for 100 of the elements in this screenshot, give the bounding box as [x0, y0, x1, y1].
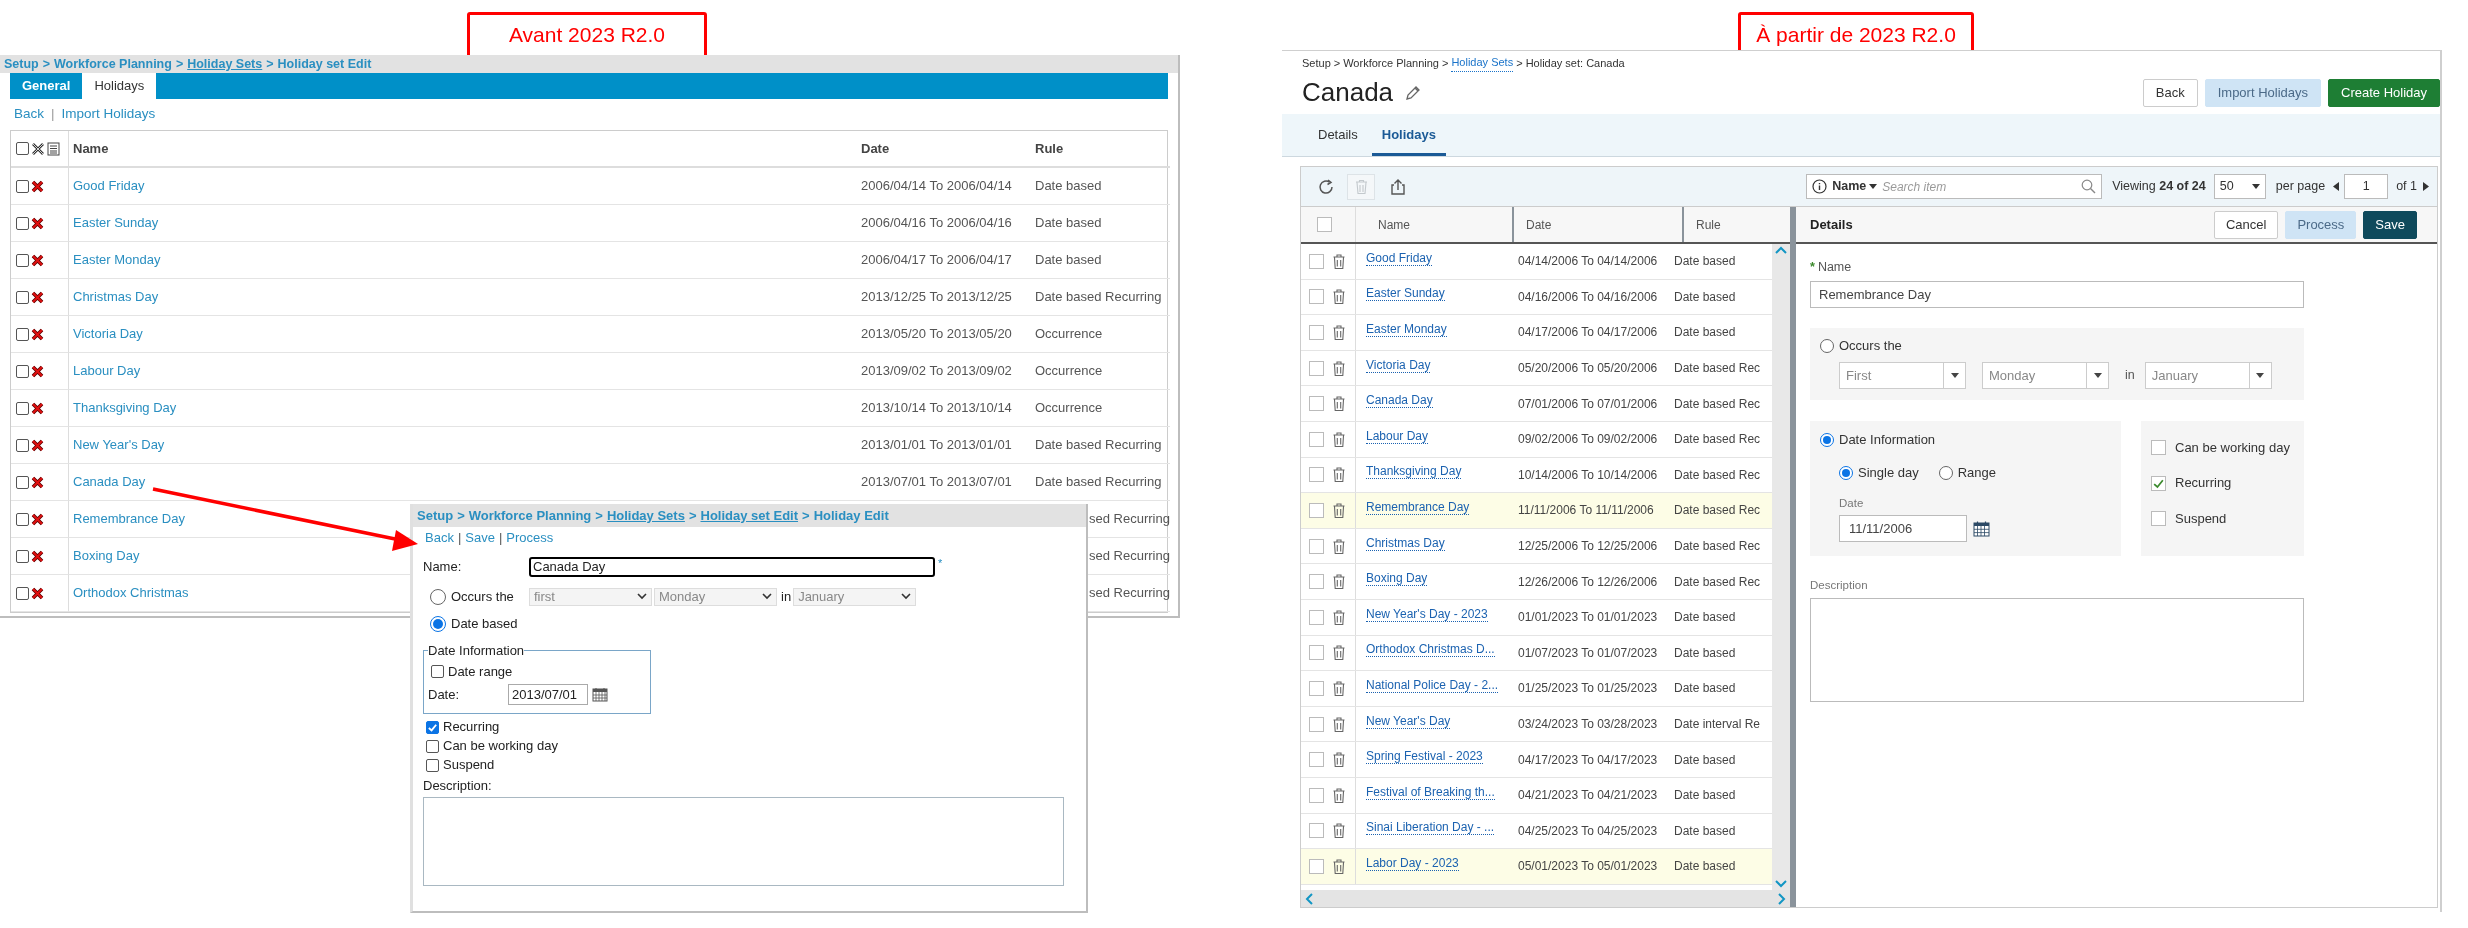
action-link[interactable]: Process	[506, 528, 554, 548]
grid-row[interactable]: Labour Day 09/02/2006 To 09/02/2006 Date based Rec	[1301, 421, 1772, 458]
per-page-dropdown[interactable]: 50	[2213, 174, 2266, 199]
delete-icon[interactable]	[31, 586, 44, 600]
delete-icon[interactable]	[31, 253, 44, 267]
grid-row[interactable]: Spring Festival - 2023 04/17/2023 To 04/17/2023 Date based	[1301, 742, 1772, 778]
holiday-link[interactable]: Good Friday	[1366, 250, 1433, 266]
trash-icon[interactable]	[1333, 787, 1345, 803]
export-icon[interactable]	[1389, 177, 1407, 196]
checkbox[interactable]	[16, 179, 29, 193]
trash-icon[interactable]	[1333, 431, 1345, 447]
calendar-icon[interactable]	[592, 687, 608, 702]
holiday-link[interactable]: Boxing Day	[73, 546, 140, 566]
grid-row[interactable]: National Police Day - 2... 01/25/2023 To 01/25/2023 Date based	[1301, 671, 1772, 707]
grid-row[interactable]: Canada Day 07/01/2006 To 07/01/2006 Date based Rec	[1301, 386, 1772, 422]
checkbox[interactable]	[1309, 253, 1324, 269]
dropdown[interactable]: Monday	[1982, 362, 2109, 390]
refresh-icon[interactable]	[1317, 177, 1335, 196]
dropdown[interactable]: January	[2144, 362, 2272, 390]
checkbox[interactable]	[1309, 609, 1324, 625]
grid-row[interactable]: Festival of Breaking th... 04/21/2023 To 04/21/2023 Date based	[1301, 777, 1772, 814]
horizontal-scrollbar[interactable]	[1301, 890, 1790, 907]
grid-row[interactable]: Orthodox Christmas D... 01/07/2023 To 01/07/2023 Date based	[1301, 635, 1772, 672]
name-field[interactable]: Remembrance Day	[1810, 280, 2304, 308]
checkbox[interactable]	[1309, 538, 1324, 554]
holiday-link[interactable]: New Year's Day	[73, 435, 165, 455]
radio-button[interactable]	[1839, 466, 1853, 480]
checkbox[interactable]	[1309, 858, 1324, 874]
checkbox[interactable]	[1317, 217, 1332, 232]
checkbox[interactable]	[1309, 645, 1324, 661]
checkbox[interactable]	[16, 327, 29, 341]
checkbox[interactable]	[1309, 823, 1324, 839]
scroll-right-icon[interactable]	[1778, 892, 1786, 905]
scroll-down-icon[interactable]	[1775, 880, 1787, 888]
radio-button[interactable]	[1820, 432, 1834, 447]
info-icon[interactable]	[1812, 179, 1828, 194]
checkbox[interactable]	[426, 758, 439, 772]
next-page-icon[interactable]	[2423, 182, 2429, 191]
calendar-icon[interactable]	[1973, 520, 1990, 537]
delete-icon[interactable]	[31, 364, 44, 378]
radio-button[interactable]	[1938, 466, 1953, 480]
holiday-link[interactable]: Good Friday	[73, 176, 145, 196]
action-button[interactable]: Back	[2142, 78, 2198, 107]
checkbox[interactable]	[2151, 511, 2166, 526]
holiday-link[interactable]: Spring Festival - 2023	[1366, 749, 1483, 765]
trash-icon[interactable]	[1333, 360, 1345, 376]
grid-row[interactable]: Remembrance Day 11/11/2006 To 11/11/2006 Date based Rec	[1301, 493, 1772, 529]
checkbox[interactable]	[1309, 360, 1324, 376]
holiday-link[interactable]: Thanksgiving Day	[73, 398, 177, 418]
holiday-link[interactable]: Remembrance Day	[73, 509, 185, 529]
checkbox[interactable]	[1309, 752, 1324, 768]
checkbox[interactable]	[2151, 475, 2166, 491]
description-field[interactable]	[423, 797, 1064, 886]
action-button[interactable]: Save	[2363, 210, 2417, 239]
trash-icon[interactable]	[1333, 645, 1345, 661]
checkbox[interactable]	[16, 401, 29, 415]
dropdown[interactable]: First	[1839, 362, 1966, 390]
checkbox[interactable]	[1309, 467, 1324, 483]
search-field[interactable]: Name Search item	[1806, 174, 2103, 199]
trash-icon[interactable]	[1333, 396, 1345, 412]
action-link[interactable]: Import Holidays	[61, 104, 156, 125]
checkbox[interactable]	[1309, 431, 1324, 447]
checkbox[interactable]	[426, 720, 439, 734]
grid-row[interactable]: Labor Day - 2023 05/01/2023 To 05/01/2023 Date based	[1301, 849, 1772, 885]
trash-icon[interactable]	[1333, 574, 1345, 590]
grid-row[interactable]: Sinai Liberation Day - ... 04/25/2023 To 04/25/2023 Date based	[1301, 813, 1772, 850]
delete-icon[interactable]	[31, 179, 44, 193]
grid-row[interactable]: New Year's Day - 2023 01/01/2023 To 01/01/2023 Date based	[1301, 599, 1772, 636]
delete-icon[interactable]	[31, 438, 44, 452]
delete-icon[interactable]	[31, 512, 44, 526]
holiday-link[interactable]: Easter Sunday	[73, 213, 159, 233]
holiday-link[interactable]: New Year's Day	[1366, 713, 1451, 729]
grid-row[interactable]: Good Friday 04/14/2006 To 04/14/2006 Date based	[1301, 244, 1772, 280]
checkbox[interactable]	[1309, 325, 1324, 340]
holiday-link[interactable]: Labor Day - 2023	[1366, 855, 1459, 871]
checkbox[interactable]	[16, 586, 29, 600]
checkbox[interactable]	[16, 512, 29, 526]
pencil-icon[interactable]	[1405, 84, 1422, 101]
checkbox[interactable]	[16, 216, 29, 230]
delete-icon[interactable]	[31, 475, 44, 489]
scroll-up-icon[interactable]	[1775, 246, 1787, 254]
trash-icon[interactable]	[1333, 502, 1345, 518]
holiday-link[interactable]: Boxing Day	[1366, 571, 1428, 587]
trash-icon[interactable]	[1333, 680, 1345, 696]
checkbox[interactable]	[16, 290, 29, 304]
action-button[interactable]: Create Holiday	[2328, 78, 2440, 107]
trash-icon[interactable]	[1333, 823, 1345, 839]
delete-icon[interactable]	[31, 216, 44, 230]
holiday-link[interactable]: Labour Day	[1366, 428, 1429, 444]
holiday-link[interactable]: Sinai Liberation Day - ...	[1366, 820, 1495, 836]
trash-icon[interactable]	[1333, 609, 1345, 625]
checkbox[interactable]	[1309, 680, 1324, 696]
list-icon[interactable]	[47, 141, 60, 156]
checkbox[interactable]	[2151, 440, 2166, 455]
delete-icon[interactable]	[31, 401, 44, 415]
holiday-link[interactable]: Easter Monday	[1366, 322, 1447, 337]
date-field[interactable]: 2013/07/01	[508, 684, 588, 705]
holiday-link[interactable]: Festival of Breaking th...	[1366, 784, 1495, 800]
grid-row[interactable]: Boxing Day 12/26/2006 To 12/26/2006 Date based Rec	[1301, 564, 1772, 600]
holiday-link[interactable]: Christmas Day	[1366, 535, 1445, 551]
